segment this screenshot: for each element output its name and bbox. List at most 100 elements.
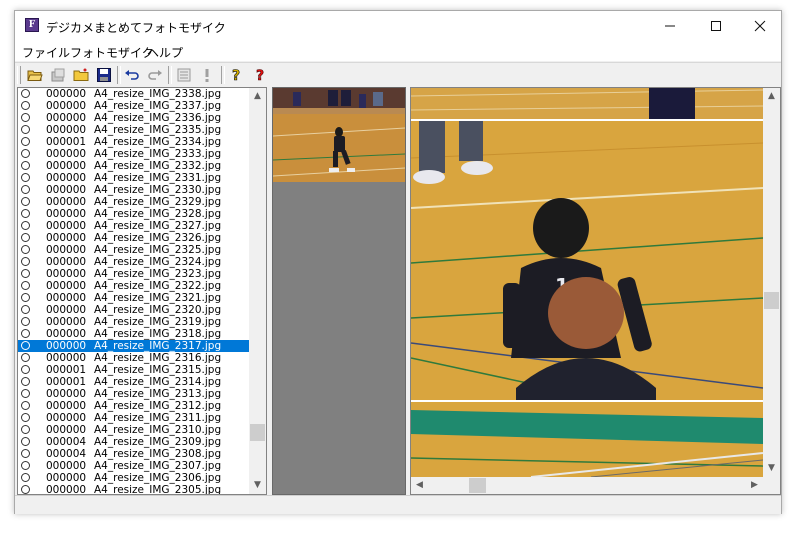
- file-list[interactable]: 000000 A4_resize_IMG_2338.jpg 000000 A4_res…: [17, 87, 267, 495]
- save-button[interactable]: [95, 66, 113, 84]
- file-list-item[interactable]: 000000 A4_resize_IMG_2326.jpg: [18, 232, 250, 244]
- radio-button-icon[interactable]: [21, 125, 30, 134]
- file-list-item[interactable]: 000000 A4_resize_IMG_2313.jpg: [18, 388, 250, 400]
- radio-button-icon[interactable]: [21, 353, 30, 362]
- radio-button-icon[interactable]: [21, 101, 30, 110]
- file-list-item[interactable]: 000000 A4_resize_IMG_2330.jpg: [18, 184, 250, 196]
- file-list-item[interactable]: 000000 A4_resize_IMG_2331.jpg: [18, 172, 250, 184]
- file-list-item[interactable]: 000000 A4_resize_IMG_2324.jpg: [18, 256, 250, 268]
- minimize-button[interactable]: [647, 11, 693, 41]
- radio-button-icon[interactable]: [21, 281, 30, 290]
- radio-button-icon[interactable]: [21, 317, 30, 326]
- new-folder-button[interactable]: [72, 66, 90, 84]
- file-list-item[interactable]: 000000 A4_resize_IMG_2338.jpg: [18, 88, 250, 100]
- list-view-button[interactable]: [175, 66, 193, 84]
- scrollbar-thumb[interactable]: [250, 424, 265, 441]
- radio-button-icon[interactable]: [21, 329, 30, 338]
- undo-button[interactable]: [123, 66, 141, 84]
- file-list-item[interactable]: 000000 A4_resize_IMG_2307.jpg: [18, 460, 250, 472]
- menu-photomosaic[interactable]: フォトモザイク: [70, 44, 154, 61]
- scroll-right-arrow-icon[interactable]: ▶: [746, 477, 763, 494]
- radio-button-icon[interactable]: [21, 89, 30, 98]
- radio-button-icon[interactable]: [21, 473, 30, 482]
- file-list-item[interactable]: 000000 A4_resize_IMG_2332.jpg: [18, 160, 250, 172]
- file-list-item[interactable]: 000000 A4_resize_IMG_2311.jpg: [18, 412, 250, 424]
- radio-button-icon[interactable]: [21, 461, 30, 470]
- file-list-item[interactable]: 000000 A4_resize_IMG_2329.jpg: [18, 196, 250, 208]
- radio-button-icon[interactable]: [21, 245, 30, 254]
- radio-button-icon[interactable]: [21, 137, 30, 146]
- file-list-item[interactable]: 000000 A4_resize_IMG_2333.jpg: [18, 148, 250, 160]
- close-button[interactable]: [737, 11, 783, 41]
- preview-horizontal-scrollbar[interactable]: ◀ ▶: [411, 477, 763, 494]
- thumbnail-image[interactable]: [273, 88, 405, 182]
- preview-vscroll-thumb[interactable]: [764, 292, 779, 309]
- file-list-item[interactable]: 000001 A4_resize_IMG_2334.jpg: [18, 136, 250, 148]
- radio-button-icon[interactable]: [21, 449, 30, 458]
- file-list-item[interactable]: 000000 A4_resize_IMG_2310.jpg: [18, 424, 250, 436]
- radio-button-icon[interactable]: [21, 221, 30, 230]
- file-list-item[interactable]: 000000 A4_resize_IMG_2316.jpg: [18, 352, 250, 364]
- radio-button-icon[interactable]: [21, 305, 30, 314]
- file-list-item[interactable]: 000000 A4_resize_IMG_2320.jpg: [18, 304, 250, 316]
- scroll-up-arrow-icon[interactable]: ▲: [249, 88, 266, 105]
- scroll-down-arrow-icon[interactable]: ▼: [249, 477, 266, 494]
- file-list-item[interactable]: 000000 A4_resize_IMG_2328.jpg: [18, 208, 250, 220]
- preview-mosaic-image[interactable]: 1: [411, 88, 763, 477]
- file-list-scrollbar[interactable]: ▲ ▼: [249, 88, 266, 494]
- context-help-button[interactable]: ?: [251, 66, 269, 84]
- redo-button[interactable]: [146, 66, 164, 84]
- radio-button-icon[interactable]: [21, 269, 30, 278]
- radio-button-icon[interactable]: [21, 185, 30, 194]
- help-button[interactable]: ?: [227, 66, 245, 84]
- file-list-item[interactable]: 000000 A4_resize_IMG_2305.jpg: [18, 484, 250, 494]
- radio-button-icon[interactable]: [21, 257, 30, 266]
- menu-help[interactable]: ヘルプ: [147, 44, 183, 61]
- radio-button-icon[interactable]: [21, 341, 30, 350]
- radio-button-icon[interactable]: [21, 425, 30, 434]
- radio-button-icon[interactable]: [21, 365, 30, 374]
- radio-button-icon[interactable]: [21, 209, 30, 218]
- file-list-item[interactable]: 000000 A4_resize_IMG_2336.jpg: [18, 112, 250, 124]
- radio-button-icon[interactable]: [21, 173, 30, 182]
- maximize-button[interactable]: [693, 11, 739, 41]
- open-folder-button[interactable]: [26, 66, 44, 84]
- exclamation-button[interactable]: [198, 66, 216, 84]
- scroll-down-arrow-icon[interactable]: ▼: [763, 460, 780, 477]
- file-list-item[interactable]: 000000 A4_resize_IMG_2322.jpg: [18, 280, 250, 292]
- radio-button-icon[interactable]: [21, 389, 30, 398]
- file-list-item[interactable]: 000004 A4_resize_IMG_2308.jpg: [18, 448, 250, 460]
- toolbar-grip[interactable]: [17, 66, 21, 84]
- radio-button-icon[interactable]: [21, 161, 30, 170]
- file-list-item[interactable]: 000000 A4_resize_IMG_2325.jpg: [18, 244, 250, 256]
- scroll-left-arrow-icon[interactable]: ◀: [411, 477, 428, 494]
- radio-button-icon[interactable]: [21, 113, 30, 122]
- file-list-item[interactable]: 000000 A4_resize_IMG_2327.jpg: [18, 220, 250, 232]
- radio-button-icon[interactable]: [21, 413, 30, 422]
- file-list-item[interactable]: 000000 A4_resize_IMG_2335.jpg: [18, 124, 250, 136]
- radio-button-icon[interactable]: [21, 377, 30, 386]
- radio-button-icon[interactable]: [21, 485, 30, 494]
- file-list-item[interactable]: 000000 A4_resize_IMG_2312.jpg: [18, 400, 250, 412]
- radio-button-icon[interactable]: [21, 293, 30, 302]
- file-list-item[interactable]: 000001 A4_resize_IMG_2314.jpg: [18, 376, 250, 388]
- scroll-up-arrow-icon[interactable]: ▲: [763, 88, 780, 105]
- radio-button-icon[interactable]: [21, 149, 30, 158]
- radio-button-icon[interactable]: [21, 437, 30, 446]
- radio-button-icon[interactable]: [21, 197, 30, 206]
- file-list-item[interactable]: 000000 A4_resize_IMG_2319.jpg: [18, 316, 250, 328]
- file-list-item[interactable]: 000000 A4_resize_IMG_2323.jpg: [18, 268, 250, 280]
- preview-vertical-scrollbar[interactable]: ▲ ▼: [763, 88, 780, 477]
- file-list-item[interactable]: 000000 A4_resize_IMG_2317.jpg: [18, 340, 250, 352]
- file-list-item[interactable]: 000000 A4_resize_IMG_2321.jpg: [18, 292, 250, 304]
- file-list-item[interactable]: 000000 A4_resize_IMG_2337.jpg: [18, 100, 250, 112]
- radio-button-icon[interactable]: [21, 401, 30, 410]
- file-list-item[interactable]: 000004 A4_resize_IMG_2309.jpg: [18, 436, 250, 448]
- file-list-item[interactable]: 000000 A4_resize_IMG_2318.jpg: [18, 328, 250, 340]
- radio-button-icon[interactable]: [21, 233, 30, 242]
- menu-file[interactable]: ファイル: [22, 44, 70, 61]
- file-list-item[interactable]: 000001 A4_resize_IMG_2315.jpg: [18, 364, 250, 376]
- open-images-button[interactable]: [49, 66, 67, 84]
- preview-hscroll-thumb[interactable]: [469, 478, 486, 493]
- file-list-item[interactable]: 000000 A4_resize_IMG_2306.jpg: [18, 472, 250, 484]
